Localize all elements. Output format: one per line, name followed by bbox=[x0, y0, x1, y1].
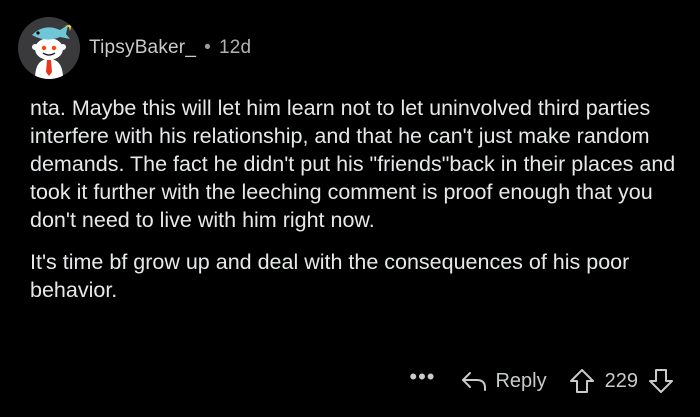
upvote-button[interactable] bbox=[569, 368, 595, 394]
comment-body: nta. Maybe this will let him learn not t… bbox=[30, 94, 690, 318]
author-username[interactable]: TipsyBaker_ bbox=[89, 37, 196, 59]
comment-age: 12d bbox=[218, 37, 252, 58]
comment-actions: ••• Reply 229 bbox=[409, 364, 674, 398]
reply-arrow-icon bbox=[462, 372, 487, 391]
reply-button[interactable]: Reply bbox=[461, 369, 547, 393]
downvote-arrow-icon bbox=[649, 369, 673, 393]
vote-controls: 229 bbox=[569, 368, 674, 394]
snoo-avatar-icon bbox=[18, 17, 80, 79]
comment-header: TipsyBaker_ • 12d bbox=[18, 12, 251, 84]
reply-label: Reply bbox=[495, 369, 547, 392]
upvote-arrow-icon bbox=[569, 369, 594, 393]
comment-card: TipsyBaker_ • 12d nta. Maybe this will l… bbox=[0, 0, 700, 417]
avatar[interactable] bbox=[18, 17, 80, 79]
comment-meta: TipsyBaker_ • 12d bbox=[89, 37, 251, 59]
more-options-button[interactable]: ••• bbox=[409, 366, 435, 388]
vote-count: 229 bbox=[604, 369, 638, 392]
downvote-button[interactable] bbox=[648, 368, 674, 394]
comment-paragraph-2: It's time bf grow up and deal with the c… bbox=[30, 250, 630, 302]
comment-paragraph-1: nta. Maybe this will let him learn not t… bbox=[30, 96, 676, 232]
meta-separator: • bbox=[204, 37, 211, 58]
